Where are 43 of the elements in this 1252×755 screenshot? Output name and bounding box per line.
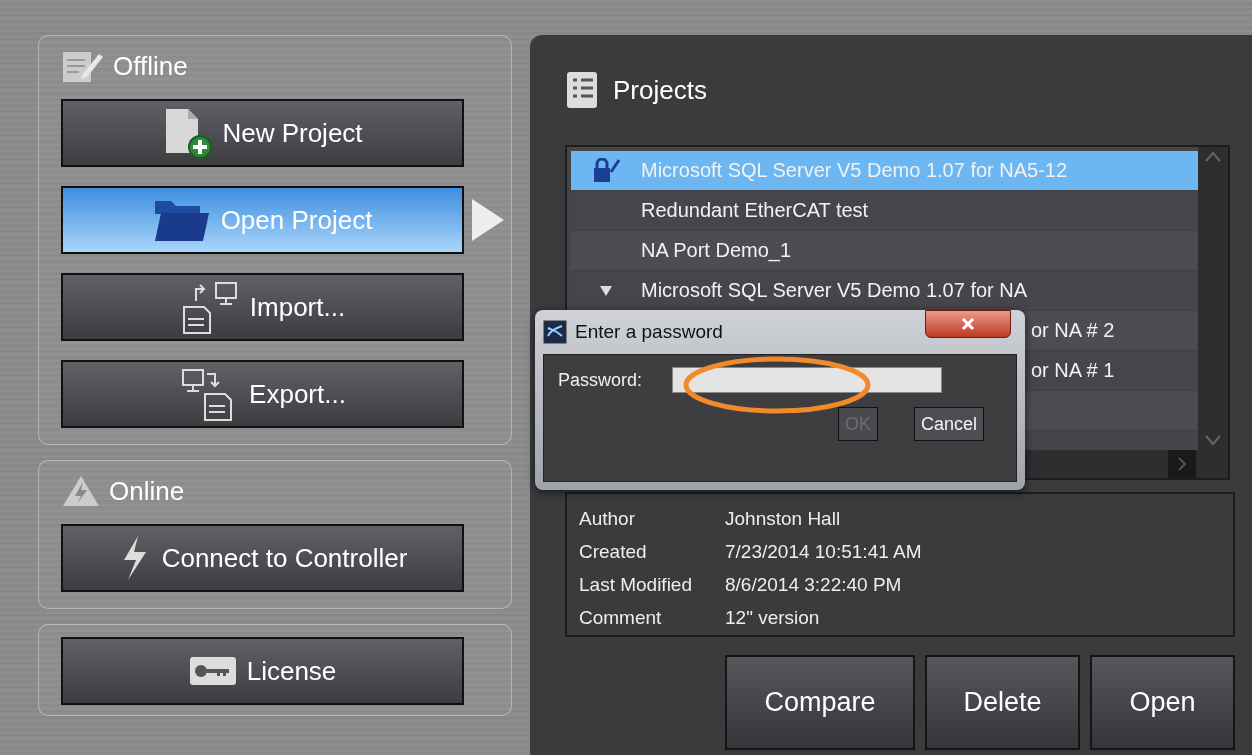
list-icon [565,70,599,110]
project-row[interactable]: NA Port Demo_1 [571,231,1198,271]
key-icon [188,656,237,686]
action-button[interactable]: Open [1090,655,1235,750]
project-name: Microsoft SQL Server V5 Demo 1.07 for NA [641,279,1028,302]
project-name: NA Port Demo_1 [641,239,792,262]
scroll-up-icon[interactable] [1204,151,1222,163]
detail-value: 7/23/2014 10:51:41 AM [725,540,923,563]
scroll-right-icon[interactable] [1168,450,1196,478]
action-button[interactable]: Compare [725,655,915,750]
password-field[interactable] [672,367,943,393]
expander-icon[interactable] [599,284,613,297]
sidebar-button[interactable]: Connect to Controller [61,524,464,592]
detail-label: Comment [579,606,663,629]
warning-triangle-icon [61,474,101,508]
project-name: or NA # 2 [1031,319,1115,342]
project-name: or NA # 1 [1031,359,1115,382]
sidebar-button[interactable]: Export... [61,360,464,428]
action-button[interactable]: Delete [925,655,1080,750]
selection-arrow-icon [470,197,506,243]
dialog-button[interactable]: Cancel [913,407,984,441]
database-icon [591,157,621,184]
close-icon [961,317,975,331]
panel-title: Projects [613,74,707,106]
detail-value: Johnston Hall [725,507,842,530]
project-name: Microsoft SQL Server V5 Demo 1.07 for NA5-12 [641,159,1068,182]
vertical-scrollbar[interactable] [1198,147,1228,450]
dialog-title: Enter a password [575,321,723,343]
detail-label: Created [579,540,648,563]
detail-label: Last Modified [579,573,693,596]
sidebar-button[interactable]: New Project [61,99,464,167]
close-button[interactable] [925,310,1011,338]
section-title: Online [109,475,185,507]
project-name: Redundant EtherCAT test [641,199,869,222]
detail-label: Author [579,507,636,530]
detail-value: 12" version [725,606,821,629]
app-icon [543,320,567,344]
section-title: Offline [113,50,188,82]
field-label: Password: [558,369,643,391]
detail-value: 8/6/2014 3:22:40 PM [725,573,903,596]
scroll-down-icon[interactable] [1204,434,1222,446]
sidebar-button[interactable]: Import... [61,273,464,341]
sidebar-button[interactable]: License [61,637,464,705]
